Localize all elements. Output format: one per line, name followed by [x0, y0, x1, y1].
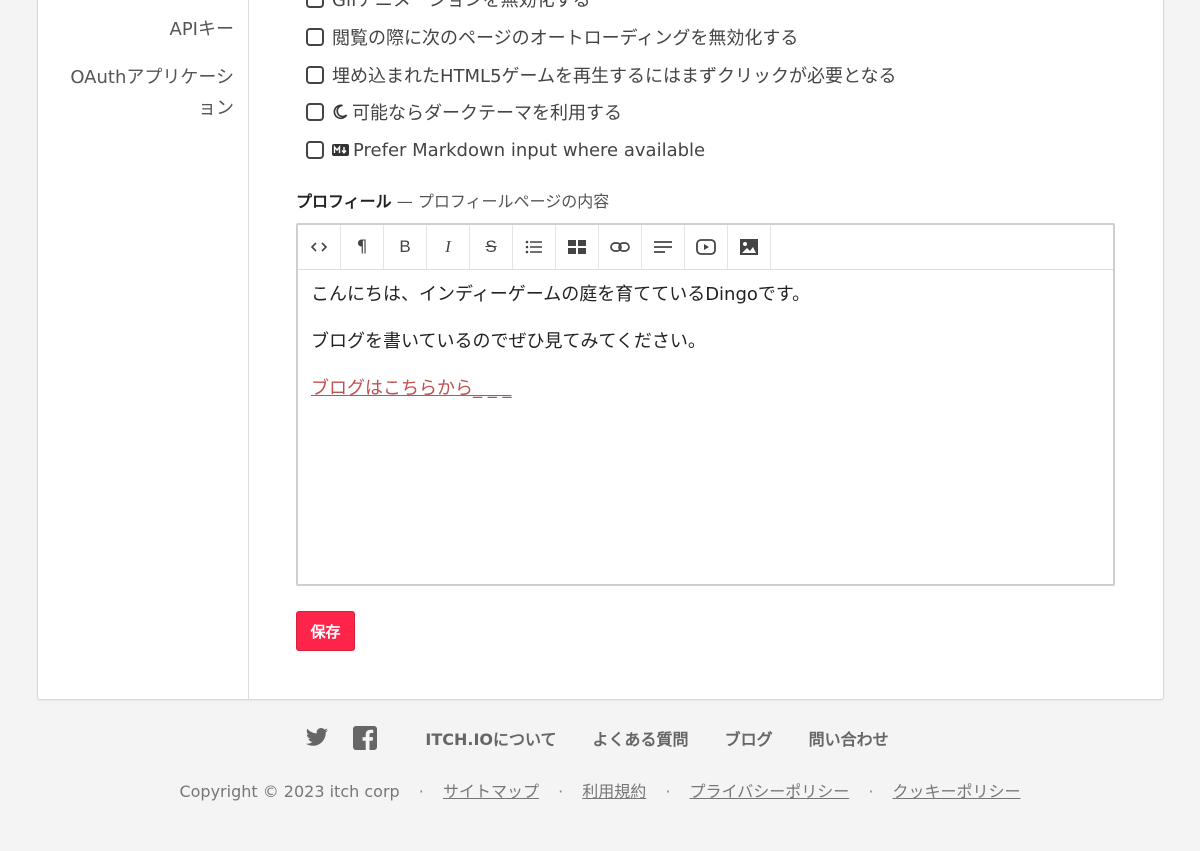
twitter-icon[interactable]: [305, 728, 329, 748]
profile-editor: ¶ B I S こんにちは、インディーゲームの庭を育てているDingoです。 ブ…: [296, 223, 1115, 586]
footer-link-cookies[interactable]: クッキーポリシー: [893, 782, 1021, 801]
pref-label: 埋め込まれたHTML5ゲームを再生するにはまずクリックが必要となる: [332, 66, 897, 87]
checkbox[interactable]: [306, 103, 324, 121]
bold-icon[interactable]: B: [384, 225, 427, 269]
video-icon[interactable]: [685, 225, 728, 269]
italic-icon[interactable]: I: [427, 225, 470, 269]
pref-dark-theme: 可能ならダークテーマを利用する: [306, 100, 622, 124]
separator-dot: ·: [665, 782, 671, 801]
footer-link-faq[interactable]: よくある質問: [593, 726, 689, 750]
pref-label: Gifアニメーションを無効化する: [332, 0, 591, 11]
markdown-icon: [332, 144, 349, 156]
footer-link-contact[interactable]: 問い合わせ: [809, 726, 889, 750]
profile-title: プロフィール: [296, 192, 392, 211]
pref-disable-gif: Gifアニメーションを無効化する: [306, 0, 591, 11]
bullet-list-icon[interactable]: [513, 225, 556, 269]
settings-main: Gifアニメーションを無効化する 閲覧の際に次のページのオートローディングを無効…: [249, 0, 1163, 699]
image-icon[interactable]: [728, 225, 771, 269]
checkbox[interactable]: [306, 0, 324, 8]
save-button[interactable]: 保存: [296, 611, 355, 651]
link-icon[interactable]: [599, 225, 642, 269]
checkbox[interactable]: [306, 141, 324, 159]
editor-toolbar: ¶ B I S: [298, 225, 1113, 270]
copyright-text: Copyright © 2023 itch corp: [179, 782, 400, 801]
profile-text-line: ブログを書いているのでぜひ見てみてください。: [311, 331, 706, 352]
pref-click-to-play-html5: 埋め込まれたHTML5ゲームを再生するにはまずクリックが必要となる: [306, 63, 896, 87]
footer-legal: Copyright © 2023 itch corp · サイトマップ · 利用…: [0, 778, 1200, 802]
settings-sidebar: APIキー OAuthアプリケーション: [38, 0, 249, 699]
sidebar-item-oauth-apps[interactable]: OAuthアプリケーション: [54, 62, 234, 124]
align-left-icon[interactable]: [642, 225, 685, 269]
checkbox[interactable]: [306, 66, 324, 84]
profile-hint: — プロフィールページの内容: [396, 192, 610, 211]
pref-label: Prefer Markdown input where available: [353, 139, 706, 161]
checkbox[interactable]: [306, 28, 324, 46]
footer-link-terms[interactable]: 利用規約: [582, 782, 646, 801]
strikethrough-icon[interactable]: S: [470, 225, 513, 269]
code-icon[interactable]: [298, 225, 341, 269]
separator-dot: ·: [418, 782, 424, 801]
sidebar-item-api-keys[interactable]: APIキー: [170, 14, 234, 45]
footer-link-privacy[interactable]: プライバシーポリシー: [690, 782, 850, 801]
profile-text-line: こんにちは、インディーゲームの庭を育てているDingoです。: [311, 284, 811, 305]
table-icon[interactable]: [556, 225, 599, 269]
footer-link-about[interactable]: ITCH.IOについて: [425, 726, 556, 750]
footer-links: ITCH.IOについて よくある質問 ブログ 問い合わせ: [0, 726, 1200, 750]
paragraph-icon[interactable]: ¶: [341, 225, 384, 269]
pref-disable-autoload: 閲覧の際に次のページのオートローディングを無効化する: [306, 25, 798, 49]
pref-markdown: Prefer Markdown input where available: [306, 138, 705, 162]
editor-content[interactable]: こんにちは、インディーゲームの庭を育てているDingoです。 ブログを書いている…: [298, 270, 1113, 435]
profile-label: プロフィール — プロフィールページの内容: [296, 188, 609, 212]
separator-dot: ·: [868, 782, 874, 801]
footer-link-blog[interactable]: ブログ: [725, 726, 773, 750]
settings-card: APIキー OAuthアプリケーション Gifアニメーションを無効化する 閲覧の…: [37, 0, 1164, 700]
pref-label: 閲覧の際に次のページのオートローディングを無効化する: [332, 28, 799, 49]
moon-icon: [332, 104, 348, 120]
facebook-icon[interactable]: [353, 726, 378, 750]
blog-link[interactable]: ブログはこちらから_ _ _: [311, 378, 511, 399]
separator-dot: ·: [558, 782, 564, 801]
pref-label: 可能ならダークテーマを利用する: [352, 103, 622, 124]
footer-link-sitemap[interactable]: サイトマップ: [443, 782, 539, 801]
